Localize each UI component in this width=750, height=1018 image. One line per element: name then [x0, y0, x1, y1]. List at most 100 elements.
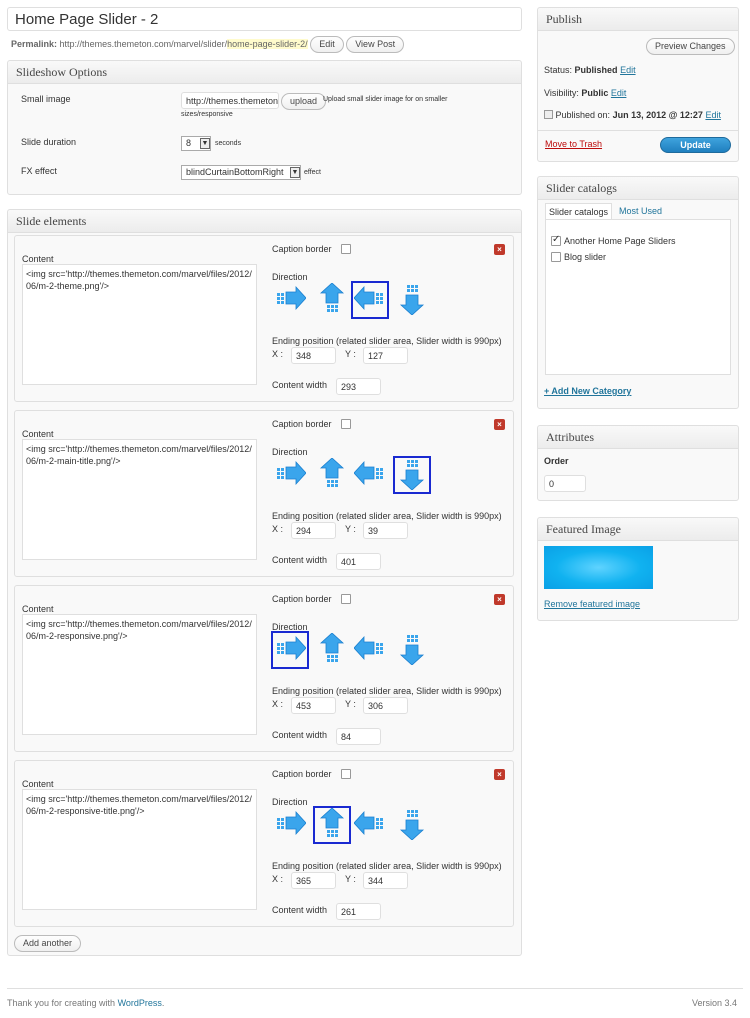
content-textarea[interactable]: <img src='http://themes.themeton.com/mar… — [22, 614, 257, 735]
upload-button[interactable]: upload — [281, 93, 327, 110]
ending-position-label: Ending position (related slider area, Sl… — [272, 511, 502, 521]
featured-image-thumbnail[interactable] — [544, 546, 653, 589]
duration-select[interactable]: 8 ▼ — [181, 136, 211, 151]
direction-right-button[interactable] — [271, 281, 309, 319]
preview-changes-button[interactable]: Preview Changes — [646, 38, 735, 55]
content-textarea[interactable]: <img src='http://themes.themeton.com/mar… — [22, 439, 257, 560]
y-label: Y : — [345, 699, 356, 709]
wordpress-link[interactable]: WordPress — [118, 998, 162, 1008]
direction-left-button[interactable] — [351, 281, 389, 319]
footer-divider — [7, 988, 743, 989]
content-textarea[interactable]: <img src='http://themes.themeton.com/mar… — [22, 789, 257, 910]
fx-select[interactable]: blindCurtainBottomRight ▼ — [181, 165, 301, 180]
y-input[interactable]: 306 — [363, 697, 408, 714]
remove-featured-image-link[interactable]: Remove featured image — [544, 599, 640, 609]
direction-up-button[interactable] — [313, 456, 351, 494]
small-image-input[interactable]: http://themes.themeton. — [181, 92, 279, 109]
order-label: Order — [544, 456, 569, 466]
duration-value: 8 — [186, 138, 192, 148]
checkbox[interactable] — [551, 252, 561, 262]
content-width-input[interactable]: 261 — [336, 903, 381, 920]
x-input[interactable]: 453 — [291, 697, 336, 714]
caption-border-checkbox[interactable] — [341, 419, 351, 429]
status-edit-link[interactable]: Edit — [620, 65, 636, 75]
catalog-item[interactable]: Blog slider — [551, 252, 606, 262]
arrow-up-icon — [316, 281, 348, 318]
upload-hint-line2: sizes/responsive — [181, 111, 233, 118]
footer-version: Version 3.4 — [692, 998, 738, 1008]
y-label: Y : — [345, 524, 356, 534]
caption-border-checkbox[interactable] — [341, 594, 351, 604]
direction-up-button[interactable] — [313, 281, 351, 319]
arrow-right-icon — [274, 283, 307, 318]
direction-left-button[interactable] — [351, 456, 389, 494]
content-width-label: Content width — [272, 905, 328, 915]
post-title-input[interactable]: Home Page Slider - 2 — [7, 7, 522, 31]
caption-border-checkbox[interactable] — [341, 769, 351, 779]
y-input[interactable]: 127 — [363, 347, 408, 364]
update-button[interactable]: Update — [660, 137, 731, 153]
chevron-down-icon: ▼ — [290, 167, 300, 178]
fx-unit: effect — [304, 169, 321, 176]
published-row: Published on: Jun 13, 2012 @ 12:27 Edit — [544, 110, 721, 120]
view-post-button[interactable]: View Post — [346, 36, 405, 53]
arrow-left-icon — [353, 458, 386, 493]
slider-catalogs-title: Slider catalogs — [538, 177, 738, 200]
caption-border-label: Caption border — [272, 769, 332, 779]
content-width-label: Content width — [272, 555, 328, 565]
direction-down-button[interactable] — [393, 806, 431, 844]
caption-border-label: Caption border — [272, 594, 332, 604]
move-to-trash-link[interactable]: Move to Trash — [545, 139, 602, 149]
caption-border-label: Caption border — [272, 419, 332, 429]
content-textarea[interactable]: <img src='http://themes.themeton.com/mar… — [22, 264, 257, 385]
x-input[interactable]: 348 — [291, 347, 336, 364]
direction-down-button[interactable] — [393, 281, 431, 319]
delete-icon[interactable]: × — [494, 769, 505, 780]
permalink-edit-button[interactable]: Edit — [310, 36, 344, 53]
direction-right-button[interactable] — [271, 806, 309, 844]
y-label: Y : — [345, 349, 356, 359]
content-width-input[interactable]: 401 — [336, 553, 381, 570]
content-label: Content — [22, 254, 54, 264]
add-new-category-link[interactable]: + Add New Category — [544, 386, 631, 396]
visibility-edit-link[interactable]: Edit — [611, 88, 627, 98]
direction-down-button[interactable] — [393, 456, 431, 494]
y-input[interactable]: 344 — [363, 872, 408, 889]
add-another-button[interactable]: Add another — [14, 935, 82, 952]
content-width-label: Content width — [272, 380, 328, 390]
arrow-left-icon — [353, 633, 386, 668]
direction-down-button[interactable] — [393, 631, 431, 669]
tab-slider-catalogs[interactable]: Slider catalogs — [545, 203, 612, 220]
x-input[interactable]: 365 — [291, 872, 336, 889]
catalog-item[interactable]: ✓ Another Home Page Sliders — [551, 234, 676, 246]
slide-elements-title: Slide elements — [8, 210, 521, 233]
content-width-input[interactable]: 293 — [336, 378, 381, 395]
direction-up-button[interactable] — [313, 806, 351, 844]
duration-unit: seconds — [215, 140, 242, 147]
published-edit-link[interactable]: Edit — [705, 110, 721, 120]
content-label: Content — [22, 604, 54, 614]
tab-most-used[interactable]: Most Used — [619, 206, 662, 216]
delete-icon[interactable]: × — [494, 594, 505, 605]
duration-label: Slide duration — [21, 137, 77, 147]
direction-left-button[interactable] — [351, 631, 389, 669]
direction-up-button[interactable] — [313, 631, 351, 669]
y-input[interactable]: 39 — [363, 522, 408, 539]
x-label: X : — [272, 524, 284, 534]
x-input[interactable]: 294 — [291, 522, 336, 539]
delete-icon[interactable]: × — [494, 419, 505, 430]
direction-left-button[interactable] — [351, 806, 389, 844]
order-input[interactable]: 0 — [544, 475, 586, 492]
direction-right-button[interactable] — [271, 456, 309, 494]
permalink-slug[interactable]: home-page-slider-2/ — [227, 38, 308, 49]
catalog-item-label: Another Home Page Sliders — [564, 236, 676, 246]
content-width-input[interactable]: 84 — [336, 728, 381, 745]
x-label: X : — [272, 349, 284, 359]
footer-thanks: Thank you for creating with WordPress. — [7, 998, 164, 1008]
catalog-item-label: Blog slider — [564, 252, 607, 262]
direction-right-button[interactable] — [271, 631, 309, 669]
delete-icon[interactable]: × — [494, 244, 505, 255]
x-label: X : — [272, 699, 284, 709]
checkbox-checked[interactable]: ✓ — [551, 234, 561, 246]
caption-border-checkbox[interactable] — [341, 244, 351, 254]
